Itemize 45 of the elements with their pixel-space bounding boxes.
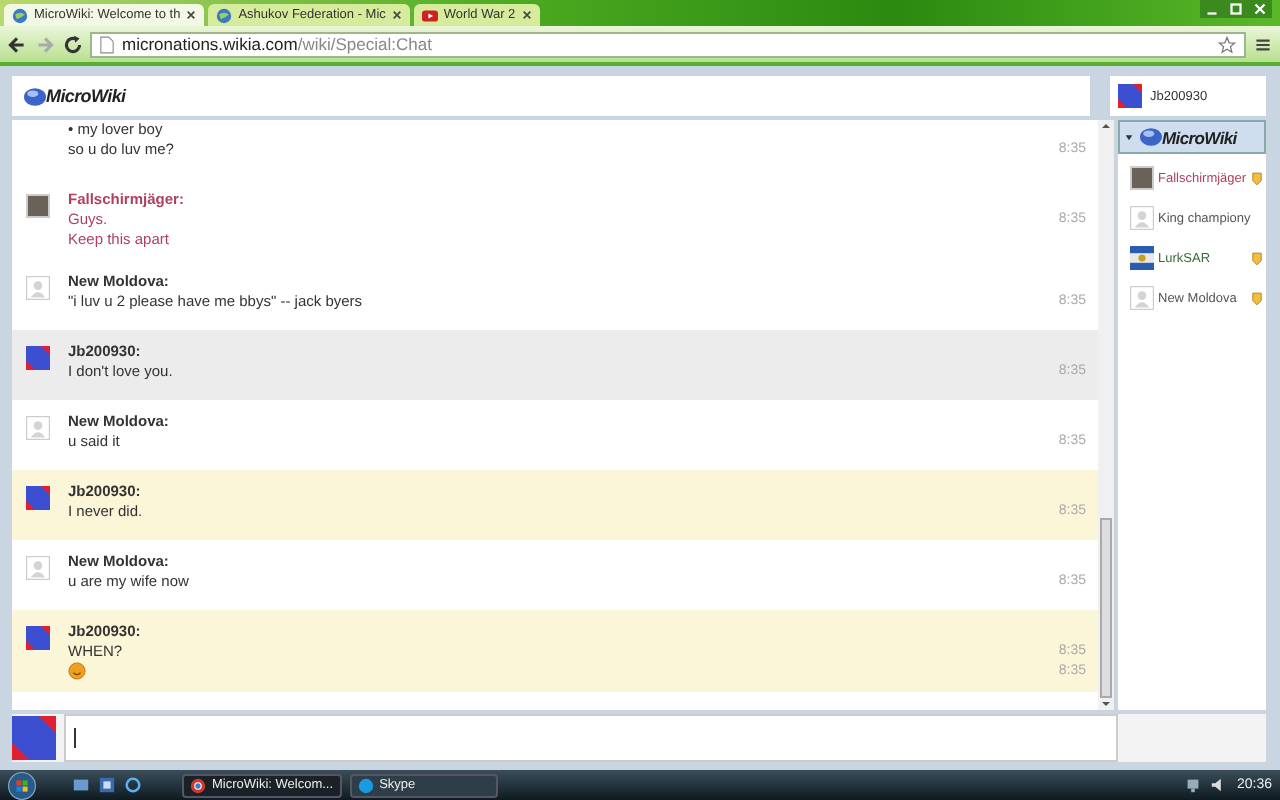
close-icon[interactable] xyxy=(521,10,532,20)
globe-icon xyxy=(12,7,28,23)
scrollbar[interactable] xyxy=(1098,120,1114,710)
globe-icon xyxy=(1138,126,1164,148)
wiki-logo: MicroWiki xyxy=(22,85,126,107)
default-avatar xyxy=(26,416,50,440)
back-icon[interactable] xyxy=(6,33,28,55)
caret-icon[interactable] xyxy=(1124,132,1134,142)
default-avatar xyxy=(1130,206,1154,230)
globe-icon xyxy=(22,85,48,107)
restore-icon[interactable] xyxy=(1224,0,1248,18)
user-avatar xyxy=(26,626,50,650)
page-icon xyxy=(100,35,114,53)
default-avatar xyxy=(1130,286,1154,310)
photo-placeholder xyxy=(26,194,50,218)
browser-icon[interactable] xyxy=(124,776,142,794)
url-text: micronations.wikia.com/wiki/Special:Chat xyxy=(122,34,432,54)
default-avatar xyxy=(26,276,50,300)
star-icon[interactable] xyxy=(1218,35,1236,53)
address-bar[interactable]: micronations.wikia.com/wiki/Special:Chat xyxy=(90,31,1246,57)
close-icon[interactable] xyxy=(186,10,197,20)
start-button-icon[interactable] xyxy=(8,771,36,799)
photo-placeholder xyxy=(1130,166,1154,190)
room-header[interactable]: MicroWiki xyxy=(1118,120,1266,154)
wiki-logo: MicroWiki xyxy=(1138,126,1237,148)
window-controls[interactable] xyxy=(1200,0,1272,18)
user-avatar xyxy=(26,346,50,370)
flag-icon xyxy=(1130,246,1154,270)
user-avatar xyxy=(1118,84,1142,108)
globe-icon xyxy=(216,7,233,23)
scroll-thumb[interactable] xyxy=(1100,518,1112,698)
circle-icon xyxy=(190,777,206,793)
close-icon[interactable] xyxy=(391,10,402,20)
scroll-up-icon[interactable] xyxy=(1100,120,1112,132)
default-avatar xyxy=(26,556,50,580)
message-input[interactable] xyxy=(64,714,1118,762)
video-icon xyxy=(421,7,438,23)
chat-icon xyxy=(357,777,374,793)
reload-icon[interactable] xyxy=(62,33,84,55)
emoticon-icon xyxy=(68,662,86,680)
network-icon[interactable] xyxy=(1184,776,1203,794)
windows-icon[interactable] xyxy=(98,776,116,794)
user-avatar xyxy=(26,486,50,510)
user-avatar xyxy=(12,716,56,760)
desktop-icon[interactable] xyxy=(72,776,90,794)
